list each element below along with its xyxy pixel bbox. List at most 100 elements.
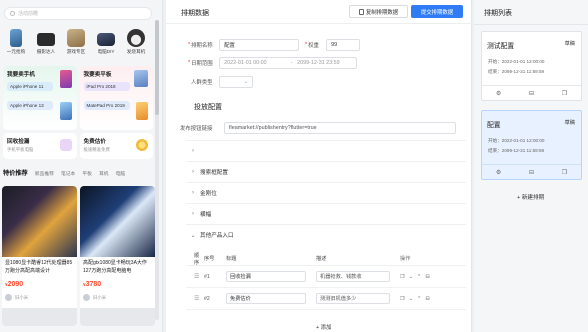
chevron-right-icon: › [192, 169, 194, 175]
table-row: ☰ #2 免费估价 测测旧机值多少 ❐ ⌄ ⌃ ⊟ [186, 288, 466, 310]
sell-pad-item[interactable]: iPad Pro 2018 [83, 82, 130, 91]
row-title-input[interactable]: 回收捡漏 [226, 271, 306, 282]
weight-row: * 权重 99 [305, 39, 361, 51]
feed-tab[interactable]: 平板 [82, 170, 92, 177]
sell-phone-item[interactable]: Apple iPhone 11 [7, 82, 53, 91]
app-preview-panel: 活动前瞻 一元抢购 摄影达人 游戏专区 电脑DIY 发烧耳机 我要卖手机 App… [0, 0, 163, 332]
phone-image [59, 102, 72, 120]
collapse-section[interactable]: › 搜索框配置 [186, 161, 466, 182]
feed-tab[interactable]: 笔记本 [61, 170, 75, 177]
entry-table: 顺序 序号 标题 描述 操作 ☰ #1 回收捡漏 机器抢救、钱款收 ❐ ⌄ ⌃ … [186, 252, 466, 310]
search-icon [10, 11, 15, 16]
publish-link-input[interactable]: fleamarket://publishentry?flutter=true [224, 122, 456, 134]
phone-image [59, 70, 72, 88]
promo-estimate[interactable]: 免费估价 极速精准免费 [79, 133, 153, 159]
schedule-list-panel: 排期列表 测试配置 草稿 开始：2022-01-01 12:00:00 结束：2… [474, 0, 588, 332]
publish-link-label: 发布按钮链接 [180, 126, 213, 132]
copy-icon[interactable]: ❐ [400, 274, 405, 280]
goods-seller: 旧小米 [2, 288, 77, 301]
table-header-cell: 操作 [400, 256, 411, 262]
collapse-section[interactable]: › [186, 140, 466, 161]
collapse-section[interactable]: › 横幅 [186, 203, 466, 224]
avatar [5, 294, 12, 301]
crowd-type-row: 人群类型 ⌄ [191, 76, 253, 88]
goods-image [80, 308, 155, 326]
goods-card[interactable]: 显1080显卡酷睿12代处理器85万跑分高配高端设计 ¥2090 旧小米 [2, 186, 77, 326]
sell-pad-item[interactable]: MatePad Pro 2019 [83, 101, 130, 110]
preview-search-placeholder: 活动前瞻 [18, 11, 39, 17]
preview-feed-tabs: 特价推荐 新品推荐 笔记本 平板 耳机 电脑 [0, 168, 155, 177]
goods-price-value: 2090 [7, 281, 24, 288]
drag-handle-icon[interactable]: ☰ [186, 273, 204, 280]
feed-tab[interactable]: 电脑 [116, 170, 126, 177]
preview-search-bar[interactable]: 活动前瞻 [4, 7, 152, 20]
crowd-type-select[interactable]: ⌄ [219, 76, 253, 88]
copy-icon[interactable]: ❐ [400, 296, 405, 302]
row-desc-input[interactable]: 测测旧机值多少 [316, 293, 390, 304]
schedule-name-row: * 排期名称 配置 [188, 39, 300, 51]
collapse-section-expanded[interactable]: ⌄ 其他产品入口 [186, 224, 466, 245]
preview-category-label: 游戏专区 [66, 49, 86, 54]
seller-name: 旧小米 [93, 294, 107, 300]
copy-icon[interactable]: ❐ [562, 169, 567, 176]
sell-phone-card[interactable]: 我要卖手机 Apple iPhone 11 Apple iPhone 13 [3, 66, 77, 130]
chevron-up-icon[interactable]: ⌃ [417, 274, 421, 280]
schedule-card-selected[interactable]: 配置 草稿 开始：2022-01-01 12:00:00 结束：2099-12-… [481, 110, 582, 180]
delete-icon[interactable]: ⊟ [425, 296, 429, 302]
chevron-down-icon[interactable]: ⌄ [409, 274, 413, 280]
new-schedule-button[interactable]: + 新建排期 [517, 193, 544, 201]
schedule-list-title: 排期列表 [484, 10, 512, 17]
schedule-editor: 排期数据 复制排期数据 提交排期数据 * 排期名称 配置 * 权重 99 * 日… [166, 0, 472, 332]
required-mark: * [188, 42, 191, 48]
goods-image [2, 186, 77, 257]
chevron-down-icon[interactable]: ⌄ [409, 296, 413, 302]
table-row: ☰ #1 回收捡漏 机器抢救、钱款收 ❐ ⌄ ⌃ ⊟ [186, 266, 466, 288]
promo-recycle[interactable]: 回收捡漏 手机平板电脑 [3, 133, 77, 159]
scrollbar-thumb[interactable] [155, 20, 159, 115]
date-separator: - [290, 60, 293, 66]
schedule-card[interactable]: 测试配置 草稿 开始：2022-01-01 12:00:00 结束：2099-1… [481, 31, 582, 101]
section-title: 投放配置 [194, 104, 222, 111]
schedule-card-start: 开始：2022-01-01 12:00:00 [488, 138, 545, 143]
sell-phone-item[interactable]: Apple iPhone 13 [7, 101, 53, 110]
preview-scrollbar[interactable] [155, 20, 159, 320]
schedule-card-status[interactable]: 草稿 [565, 119, 575, 126]
schedule-name-label: 排期名称 [191, 43, 213, 49]
divider [474, 24, 588, 25]
collapse-section[interactable]: › 金刚位 [186, 182, 466, 203]
copy-schedule-label: 复制排期数据 [365, 9, 399, 16]
delete-icon[interactable]: ⊟ [529, 169, 534, 176]
collapse-title: 搜索框配置 [200, 170, 228, 176]
copy-icon [358, 8, 364, 15]
settings-icon[interactable]: ⚙ [496, 169, 501, 176]
drag-handle-icon[interactable]: ☰ [186, 295, 204, 302]
sell-pad-card[interactable]: 我要卖平板 iPad Pro 2018 MatePad Pro 2019 [79, 66, 153, 130]
schedule-name-input[interactable]: 配置 [219, 39, 300, 51]
coin-icon [136, 139, 148, 151]
goods-card[interactable]: 高配gtx1080显卡畅玩3A大作127万跑分高配电脑电 ¥3780 旧小米 [80, 186, 155, 326]
delete-icon[interactable]: ⊟ [425, 274, 429, 280]
row-actions: ❐ ⌄ ⌃ ⊟ [400, 296, 466, 302]
delete-icon[interactable]: ⊟ [529, 90, 534, 97]
chevron-up-icon[interactable]: ⌃ [417, 296, 421, 302]
feed-tab[interactable]: 耳机 [99, 170, 109, 177]
preview-category-item[interactable]: 游戏专区 [61, 29, 91, 55]
copy-icon[interactable]: ❐ [562, 90, 567, 97]
weight-input[interactable]: 99 [326, 39, 361, 51]
submit-schedule-button[interactable]: 提交排期数据 [411, 5, 463, 18]
preview-category-item[interactable]: 摄影达人 [31, 29, 61, 55]
row-title-input[interactable]: 免费估价 [226, 293, 306, 304]
feed-tab[interactable]: 特价推荐 [3, 168, 28, 177]
copy-schedule-button[interactable]: 复制排期数据 [349, 5, 408, 18]
row-desc-input[interactable]: 机器抢救、钱款收 [316, 271, 390, 282]
preview-promo-row: 回收捡漏 手机平板电脑 免费估价 极速精准免费 [3, 133, 153, 159]
schedule-card-status[interactable]: 草稿 [565, 40, 575, 47]
feed-tab[interactable]: 新品推荐 [35, 170, 54, 177]
settings-icon[interactable]: ⚙ [496, 90, 501, 97]
add-row-button[interactable]: + 添加 [316, 323, 331, 331]
preview-category-item[interactable]: 一元抢购 [1, 29, 31, 55]
row-index: #2 [204, 295, 210, 302]
date-range-picker[interactable]: 2022-01-01 00:00 - 2099-12-31 23:59 [219, 57, 358, 69]
preview-category-item[interactable]: 发烧耳机 [121, 29, 151, 55]
preview-category-item[interactable]: 电脑DIY [91, 29, 121, 55]
